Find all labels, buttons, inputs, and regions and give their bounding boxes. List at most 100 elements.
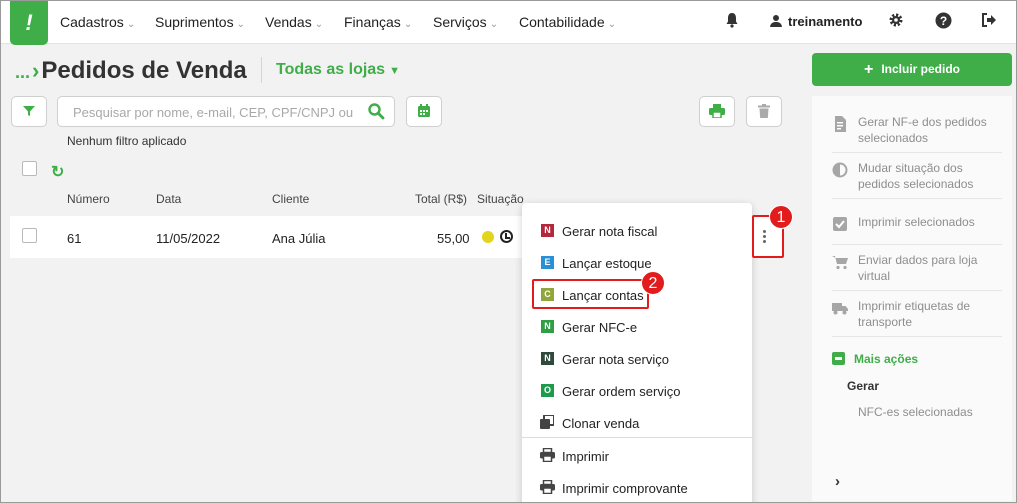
nav-label: Vendas	[265, 14, 312, 30]
menu-item-label: Gerar NFC-e	[562, 320, 638, 335]
svg-text:?: ?	[939, 14, 946, 28]
menu-item-label: Gerar nota fiscal	[562, 224, 658, 239]
action-nfce-selecionadas[interactable]: NFC-es selecionadas	[858, 405, 973, 419]
column-header-cliente[interactable]: Cliente	[272, 192, 309, 206]
refresh-icon[interactable]: ↻	[51, 162, 64, 182]
menu-item-imprimir-comprovante[interactable]: Imprimir comprovante	[522, 474, 752, 502]
logout-icon[interactable]	[979, 12, 999, 32]
nav-label: Suprimentos	[155, 14, 234, 30]
nav-label: Finanças	[344, 14, 401, 30]
half-circle-icon	[832, 162, 848, 178]
calendar-icon	[418, 104, 430, 117]
checkbox-icon	[833, 217, 847, 231]
step-badge-1: 1	[769, 205, 793, 229]
menu-item-gerar-nota-fiscal[interactable]: N Gerar nota fiscal	[522, 217, 752, 245]
menu-item-label: Gerar ordem serviço	[562, 384, 681, 399]
column-header-situacao[interactable]: Situação	[477, 192, 524, 206]
nav-servicos[interactable]: Serviços ⌄	[433, 14, 498, 30]
filter-button[interactable]	[11, 96, 47, 127]
column-header-total[interactable]: Total (R$)	[415, 192, 467, 206]
user-name: treinamento	[788, 14, 863, 29]
letter-n-badge-icon: N	[541, 352, 554, 365]
menu-item-imprimir[interactable]: Imprimir	[522, 442, 752, 470]
date-filter-button[interactable]	[406, 96, 442, 127]
action-label: Gerar NF-e dos pedidos selecionados	[858, 115, 987, 145]
print-button[interactable]	[699, 96, 735, 127]
menu-divider	[522, 437, 752, 438]
chevron-down-icon: ⌄	[607, 19, 617, 30]
panel-divider	[832, 290, 1002, 291]
nav-cadastros[interactable]: Cadastros ⌄	[60, 14, 135, 30]
menu-item-gerar-nota-servico[interactable]: N Gerar nota serviço	[522, 345, 752, 373]
menu-item-gerar-ordem-servico[interactable]: O Gerar ordem serviço	[522, 377, 752, 405]
row-actions-menu: N Gerar nota fiscal E Lançar estoque C Lanç…	[522, 203, 752, 502]
menu-item-label: Clonar venda	[562, 416, 640, 431]
chevron-down-icon: ⌄	[403, 19, 413, 30]
user-icon	[770, 15, 782, 27]
store-selector-label: Todas as lojas	[276, 61, 386, 78]
user-menu[interactable]: treinamento	[770, 14, 862, 29]
column-header-numero[interactable]: Número	[67, 192, 110, 206]
panel-divider	[832, 198, 1002, 199]
menu-item-label: Gerar nota serviço	[562, 352, 669, 367]
bell-icon[interactable]	[722, 12, 742, 32]
search-icon[interactable]	[367, 102, 385, 120]
truck-icon	[832, 303, 848, 315]
help-icon[interactable]: ?	[933, 12, 953, 32]
action-group-label: Gerar	[847, 379, 880, 393]
trash-icon	[758, 104, 770, 118]
letter-o-badge-icon: O	[541, 384, 554, 397]
menu-item-clonar-venda[interactable]: Clonar venda	[522, 409, 752, 437]
select-all-checkbox[interactable]	[22, 161, 37, 176]
menu-item-label: Imprimir comprovante	[562, 481, 688, 496]
printer-icon	[540, 480, 555, 494]
top-navigation: ! Cadastros ⌄ Suprimentos ⌄ Vendas ⌄ Finanç…	[1, 1, 1016, 45]
search-input[interactable]	[73, 103, 353, 121]
chevron-down-icon: ⌄	[489, 19, 499, 30]
menu-item-lancar-estoque[interactable]: E Lançar estoque	[522, 249, 752, 277]
chevron-right-icon: ›	[32, 58, 40, 83]
column-header-data[interactable]: Data	[156, 192, 181, 206]
add-order-button[interactable]: + Incluir pedido	[812, 53, 1012, 86]
filter-icon	[23, 106, 35, 116]
printer-icon	[709, 104, 725, 119]
letter-e-badge-icon: E	[541, 256, 554, 269]
nav-suprimentos[interactable]: Suprimentos ⌄	[155, 14, 245, 30]
plus-icon: +	[863, 61, 874, 78]
store-selector[interactable]: Todas as lojas ▼	[276, 61, 400, 79]
nav-label: Cadastros	[60, 14, 124, 30]
caret-down-icon: ▼	[389, 65, 400, 77]
menu-item-label: Lançar estoque	[562, 256, 652, 271]
action-label: Mudar situação dos pedidos selecionados	[858, 161, 974, 191]
app-logo[interactable]: !	[10, 1, 48, 45]
file-invoice-icon	[835, 116, 846, 132]
nav-financas[interactable]: Finanças ⌄	[344, 14, 412, 30]
page-title-text: Pedidos de Venda	[41, 57, 247, 84]
breadcrumb[interactable]: ...	[15, 62, 30, 82]
app-window: ! Cadastros ⌄ Suprimentos ⌄ Vendas ⌄ Finanç…	[0, 0, 1017, 503]
letter-n-badge-icon: N	[541, 320, 554, 333]
nav-contabilidade[interactable]: Contabilidade ⌄	[519, 14, 616, 30]
row-checkbox[interactable]	[22, 228, 37, 243]
panel-divider	[832, 336, 1002, 337]
chevron-right-icon[interactable]: ›	[835, 473, 840, 490]
panel-divider	[832, 152, 1002, 153]
kebab-menu-icon[interactable]	[763, 230, 767, 244]
action-label: Imprimir etiquetas de transporte	[858, 299, 971, 329]
filter-status-text: Nenhum filtro aplicado	[67, 134, 187, 148]
cell-numero: 61	[67, 231, 82, 246]
more-actions-label: Mais ações	[854, 352, 919, 366]
nav-vendas[interactable]: Vendas ⌄	[265, 14, 323, 30]
gear-icon[interactable]	[886, 12, 906, 32]
more-actions-toggle[interactable]: Mais ações	[832, 352, 918, 366]
printer-icon	[540, 448, 555, 462]
panel-divider	[832, 244, 1002, 245]
search-box	[57, 96, 395, 127]
status-dot-icon	[482, 231, 494, 243]
cart-icon	[832, 256, 848, 270]
nav-label: Contabilidade	[519, 14, 605, 30]
delete-button[interactable]	[746, 96, 782, 127]
chevron-down-icon: ⌄	[314, 19, 324, 30]
highlight-lancar-contas	[532, 279, 649, 309]
menu-item-gerar-nfce[interactable]: N Gerar NFC-e	[522, 313, 752, 341]
